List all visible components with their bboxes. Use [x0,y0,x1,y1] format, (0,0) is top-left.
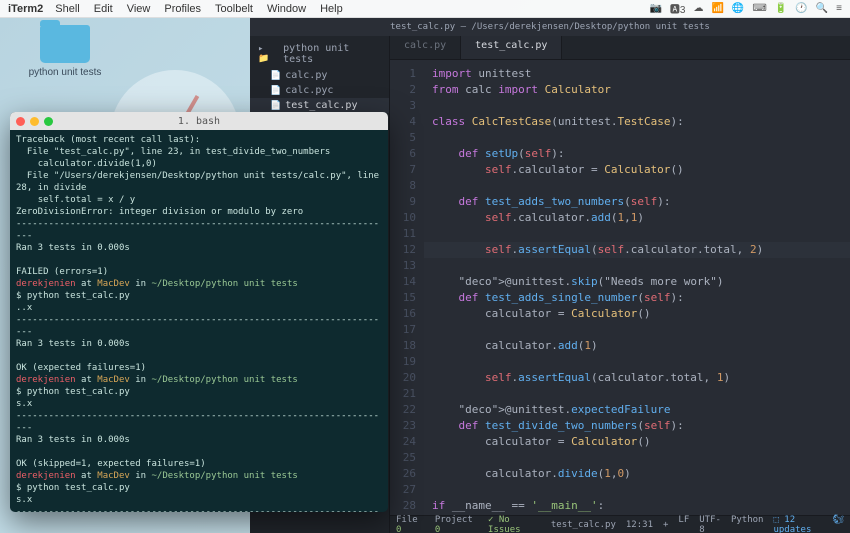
file-item[interactable]: 📄 test_calc.py [250,98,389,113]
menu-item-view[interactable]: View [127,3,151,15]
project-name: python unit tests [283,43,381,65]
menubar-status-icon[interactable]: 🕐 [795,3,807,14]
status-updates[interactable]: ⬚ 12 updates [773,515,822,533]
code-content[interactable]: import unittestfrom calc import Calculat… [424,60,850,515]
menu-item-edit[interactable]: Edit [94,3,113,15]
terminal-title-bar[interactable]: 1. bash [10,112,388,130]
status-filename: test_calc.py [551,520,616,530]
file-name: test_calc.py [285,100,357,111]
squirrel-icon[interactable]: 🐿 [833,515,844,533]
menubar-right: 📷 🅰3 ☁ 📶 🌐 ⌨ 🔋 🕐 🔍 ≡ [649,1,842,16]
menubar-status-icon[interactable]: 📷 [649,3,661,14]
menubar-status-icon[interactable]: 🔋 [775,3,787,14]
file-item[interactable]: 📄 calc.pyc [250,83,389,98]
file-item[interactable]: 📄 calc.py [250,68,389,83]
status-file[interactable]: File 0 [396,515,425,533]
editor-title-text: test_calc.py — /Users/derekjensen/Deskto… [390,22,710,32]
project-folder[interactable]: ▸ 📁 python unit tests [250,40,389,68]
menu-item-profiles[interactable]: Profiles [164,3,201,15]
menubar-status-icon[interactable]: 🔍 [816,3,828,14]
editor-status-bar: File 0 Project 0 ✓ No Issues test_calc.p… [390,515,850,533]
menubar-status-icon[interactable]: 🌐 [732,3,744,14]
menu-item-toolbelt[interactable]: Toolbelt [215,3,253,15]
status-plus[interactable]: + [663,520,668,530]
status-cursor: 12:31 [626,520,653,530]
menu-item-help[interactable]: Help [320,3,343,15]
menu-item-window[interactable]: Window [267,3,306,15]
menubar-status-icon[interactable]: ⌨ [752,3,766,14]
menubar-status-icon[interactable]: 📶 [711,3,723,14]
menubar-status-icon[interactable]: ≡ [836,3,842,14]
status-language[interactable]: Python [731,515,764,533]
app-name: iTerm2 [8,3,43,15]
tab-test_calc-py[interactable]: test_calc.py [461,36,562,59]
file-name: calc.py [285,70,327,81]
menubar-status-icon[interactable]: ☁ [693,3,703,14]
status-issues[interactable]: ✓ No Issues [488,515,541,533]
editor-tabs: calc.pytest_calc.py [390,36,850,60]
code-area[interactable]: 1234567891011121314151617181920212223242… [390,60,850,515]
file-icon: 📄 [270,71,281,81]
status-line-ending[interactable]: LF [678,515,689,533]
editor-title-bar: test_calc.py — /Users/derekjensen/Deskto… [250,18,850,36]
file-name: calc.pyc [285,85,333,96]
line-gutter: 1234567891011121314151617181920212223242… [390,60,424,515]
menubar-status-icon[interactable]: 🅰3 [670,1,686,16]
status-project[interactable]: Project 0 [435,515,478,533]
menu-item-shell[interactable]: Shell [55,3,79,15]
folder-icon: ▸ 📁 [258,44,279,64]
terminal-window: 1. bash Traceback (most recent call last… [10,112,388,512]
terminal-title-text: 1. bash [10,116,388,127]
folder-icon [40,25,90,63]
tab-calc-py[interactable]: calc.py [390,36,461,59]
file-icon: 📄 [270,86,281,96]
terminal-output[interactable]: Traceback (most recent call last): File … [10,130,388,512]
file-icon: 📄 [270,101,281,111]
status-encoding[interactable]: UTF-8 [699,515,721,533]
desktop-folder[interactable]: python unit tests [25,25,105,78]
macos-menu-bar: iTerm2 Shell Edit View Profiles Toolbelt Wind… [0,0,850,18]
folder-label: python unit tests [25,67,105,78]
